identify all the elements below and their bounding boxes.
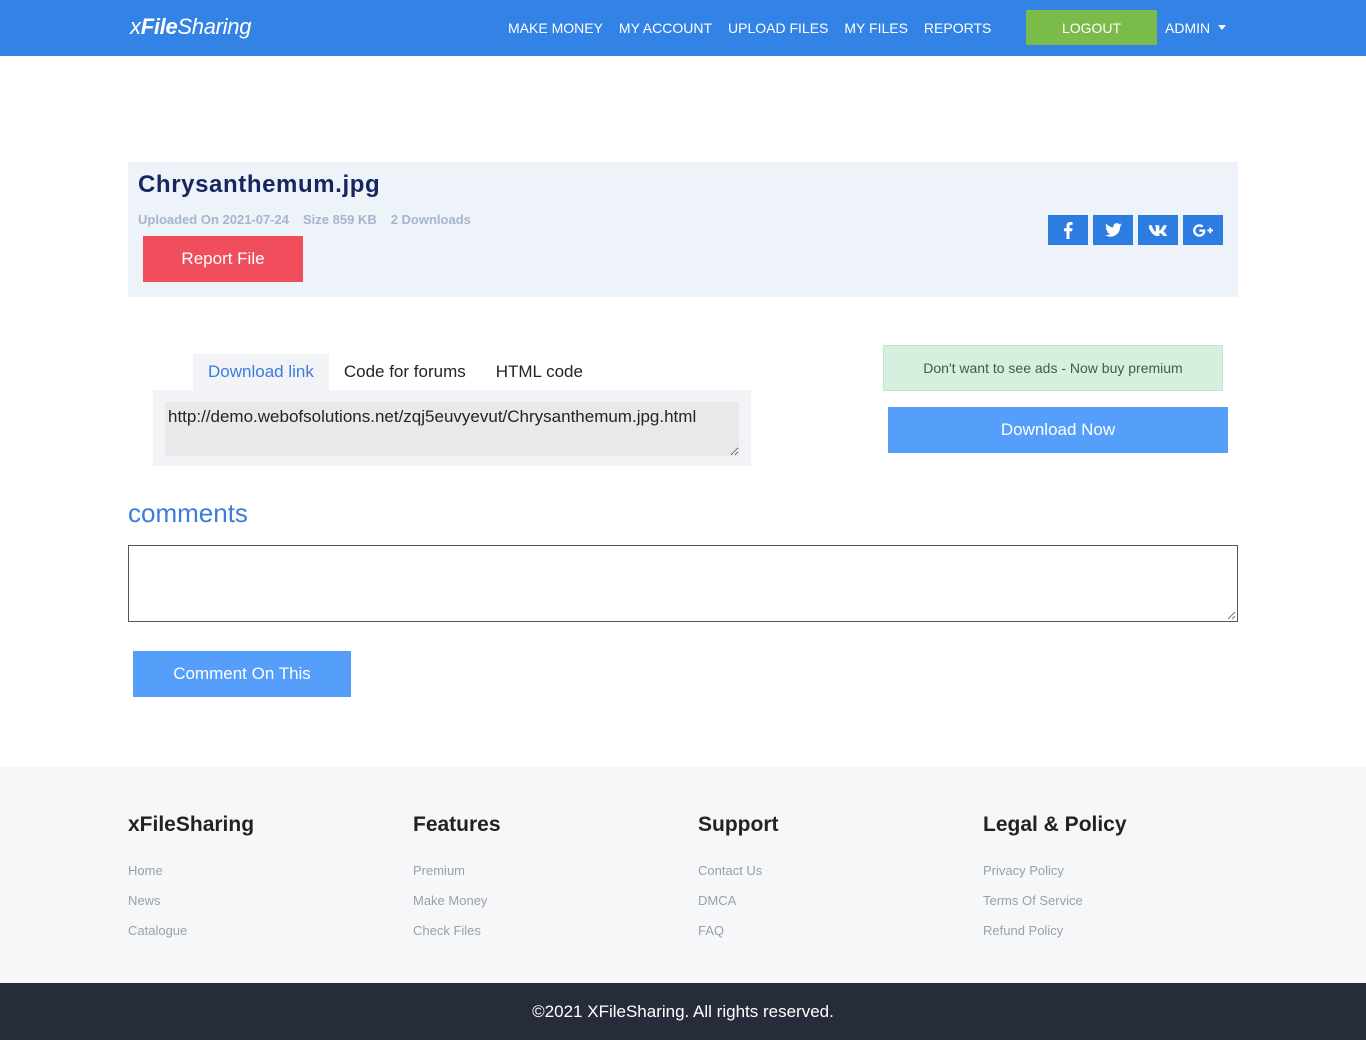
footer-link-dmca[interactable]: DMCA <box>698 886 778 916</box>
tab-html-code[interactable]: HTML code <box>481 354 598 390</box>
footer-link-faq[interactable]: FAQ <box>698 916 778 946</box>
footer-column-brand: xFileSharing Home News Catalogue <box>128 813 254 946</box>
site-footer: xFileSharing Home News Catalogue Feature… <box>0 767 1366 983</box>
nav-links: MAKE MONEY MY ACCOUNT UPLOAD FILES MY FI… <box>500 0 999 56</box>
footer-heading: Features <box>413 813 501 836</box>
footer-column-support: Support Contact Us DMCA FAQ <box>698 813 778 946</box>
copyright-text: ©2021 XFileSharing. All rights reserved. <box>532 1001 834 1021</box>
footer-link-contact-us[interactable]: Contact Us <box>698 856 778 886</box>
copyright-bar: ©2021 XFileSharing. All rights reserved. <box>0 983 1366 1040</box>
footer-link-news[interactable]: News <box>128 886 254 916</box>
footer-link-check-files[interactable]: Check Files <box>413 916 501 946</box>
download-now-button[interactable]: Download Now <box>888 407 1228 453</box>
tab-download-link[interactable]: Download link <box>193 354 329 390</box>
link-tabs: Download link Code for forums HTML code <box>193 354 598 390</box>
footer-link-make-money[interactable]: Make Money <box>413 886 501 916</box>
nav-my-account[interactable]: MY ACCOUNT <box>611 20 720 36</box>
tab-code-for-forums[interactable]: Code for forums <box>329 354 481 390</box>
download-count: 2 Downloads <box>390 212 471 227</box>
footer-heading: xFileSharing <box>128 813 255 836</box>
footer-heading: Legal & Policy <box>983 813 1127 836</box>
footer-link-privacy-policy[interactable]: Privacy Policy <box>983 856 1127 886</box>
upload-date: Uploaded On 2021-07-24 <box>138 212 289 227</box>
footer-link-premium[interactable]: Premium <box>413 856 501 886</box>
download-link-textarea[interactable] <box>165 402 739 456</box>
footer-column-legal: Legal & Policy Privacy Policy Terms Of S… <box>983 813 1127 946</box>
link-panel <box>153 390 751 466</box>
twitter-icon[interactable] <box>1093 215 1133 245</box>
top-navbar: xFileSharing MAKE MONEY MY ACCOUNT UPLOA… <box>0 0 1366 56</box>
file-info-panel: Chrysanthemum.jpg Uploaded On 2021-07-24… <box>128 162 1238 297</box>
premium-notice[interactable]: Don't want to see ads - Now buy premium <box>883 345 1223 391</box>
google-plus-icon[interactable] <box>1183 215 1223 245</box>
facebook-icon[interactable] <box>1048 215 1088 245</box>
file-meta: Uploaded On 2021-07-24 Size 859 KB 2 Dow… <box>138 212 485 227</box>
file-title: Chrysanthemum.jpg <box>138 171 381 198</box>
nav-make-money[interactable]: MAKE MONEY <box>500 20 611 36</box>
footer-link-refund-policy[interactable]: Refund Policy <box>983 916 1127 946</box>
comments-heading: comments <box>128 498 248 528</box>
resize-grip-icon[interactable] <box>1227 611 1236 620</box>
file-size: Size 859 KB <box>303 212 377 227</box>
comment-on-this-button[interactable]: Comment On This <box>133 651 351 697</box>
footer-link-home[interactable]: Home <box>128 856 254 886</box>
admin-dropdown[interactable]: ADMIN <box>1165 0 1227 56</box>
nav-upload-files[interactable]: UPLOAD FILES <box>720 20 836 36</box>
vk-icon[interactable] <box>1138 215 1178 245</box>
footer-heading: Support <box>698 813 779 836</box>
nav-my-files[interactable]: MY FILES <box>836 20 916 36</box>
footer-column-features: Features Premium Make Money Check Files <box>413 813 501 946</box>
report-file-button[interactable]: Report File <box>143 236 303 282</box>
chevron-down-icon <box>1218 24 1227 30</box>
brand-logo[interactable]: xFileSharing <box>130 14 251 40</box>
nav-reports[interactable]: REPORTS <box>916 20 999 36</box>
admin-label: ADMIN <box>1165 20 1211 36</box>
logout-button[interactable]: LOGOUT <box>1026 10 1157 45</box>
comment-input[interactable] <box>128 545 1238 622</box>
footer-link-catalogue[interactable]: Catalogue <box>128 916 254 946</box>
footer-link-terms-of-service[interactable]: Terms Of Service <box>983 886 1127 916</box>
